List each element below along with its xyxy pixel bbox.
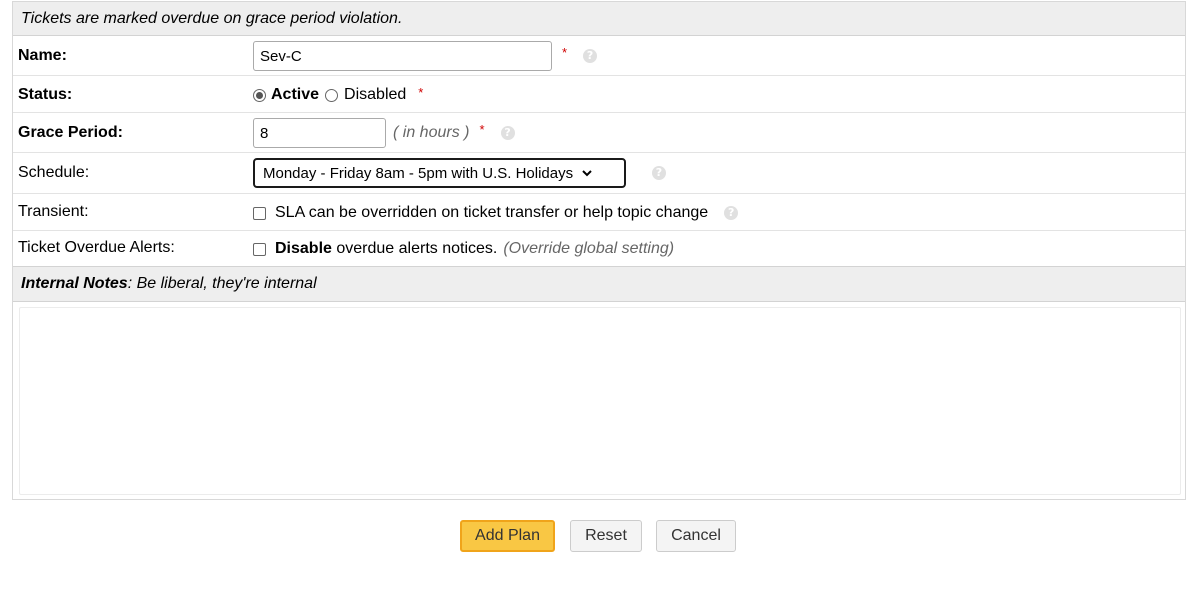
status-row: Status: Active Disabled * (13, 76, 1185, 113)
status-disabled-radio[interactable] (325, 88, 339, 102)
overdue-alerts-checkbox[interactable] (253, 242, 266, 256)
name-field-group: * ? (253, 41, 598, 71)
name-row: Name: * ? (13, 36, 1185, 76)
status-field-group: Active Disabled * (253, 84, 424, 104)
reset-button[interactable]: Reset (570, 520, 642, 552)
add-plan-button[interactable]: Add Plan (460, 520, 555, 552)
overdue-alerts-label: Ticket Overdue Alerts: (18, 239, 175, 256)
internal-notes-title: Internal Notes (21, 275, 128, 292)
schedule-select[interactable]: Monday - Friday 8am - 5pm with U.S. Holi… (253, 158, 626, 188)
overdue-alerts-text: overdue alerts notices. (331, 240, 498, 257)
name-input[interactable] (253, 41, 552, 71)
status-active-label: Active (271, 86, 320, 103)
internal-notes-header: Internal Notes: Be liberal, they're inte… (13, 266, 1185, 302)
overdue-alerts-bold-text: Disable (275, 240, 332, 257)
transient-field-group: SLA can be overridden on ticket transfer… (253, 204, 739, 222)
internal-notes-subtitle: : Be liberal, they're internal (127, 275, 317, 292)
required-marker: * (562, 44, 568, 60)
schedule-label: Schedule: (18, 164, 90, 181)
grace-period-input[interactable] (253, 118, 386, 148)
form-header-note: Tickets are marked overdue on grace peri… (13, 2, 1185, 36)
schedule-selected-value: Monday - Friday 8am - 5pm with U.S. Holi… (263, 164, 574, 182)
transient-checkbox-label: SLA can be overridden on ticket transfer… (275, 204, 709, 221)
grace-period-hint: ( in hours ) (393, 124, 470, 141)
transient-row: Transient: SLA can be overridden on tick… (13, 194, 1185, 231)
grace-period-label: Grace Period: (18, 124, 123, 141)
grace-period-row: Grace Period: ( in hours ) * ? (13, 113, 1185, 153)
status-active-radio[interactable] (253, 88, 266, 102)
required-marker: * (418, 84, 424, 100)
overdue-alerts-hint: (Override global setting) (503, 240, 675, 257)
transient-checkbox[interactable] (253, 206, 266, 220)
schedule-row: Schedule: Monday - Friday 8am - 5pm with… (13, 153, 1185, 194)
name-label: Name: (18, 47, 67, 64)
status-label: Status: (18, 86, 73, 103)
help-icon[interactable]: ? (652, 166, 666, 180)
header-note-text: Tickets are marked overdue on grace peri… (21, 10, 403, 27)
help-icon[interactable]: ? (583, 49, 598, 63)
status-disabled-label: Disabled (344, 86, 407, 103)
help-icon[interactable]: ? (500, 126, 515, 140)
grace-period-field-group: ( in hours ) * ? (253, 118, 515, 148)
help-icon[interactable]: ? (724, 206, 739, 220)
overdue-alerts-field-group: Disable overdue alerts notices. (Overrid… (253, 240, 674, 258)
internal-notes-textarea[interactable] (19, 307, 1181, 495)
transient-label: Transient: (18, 203, 89, 220)
required-marker: * (479, 121, 485, 137)
cancel-button[interactable]: Cancel (656, 520, 736, 552)
overdue-alerts-row: Ticket Overdue Alerts: Disable overdue a… (13, 231, 1185, 266)
chevron-down-icon (582, 170, 592, 177)
sla-form: Tickets are marked overdue on grace peri… (12, 1, 1186, 500)
schedule-field-group: Monday - Friday 8am - 5pm with U.S. Holi… (253, 158, 666, 188)
